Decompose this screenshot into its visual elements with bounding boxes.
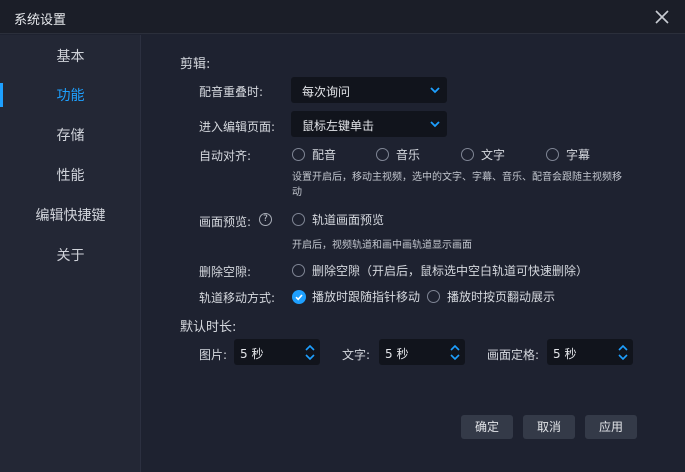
auto-align-text-label: 文字 (481, 148, 506, 162)
sidebar-item-features[interactable]: 功能 (0, 81, 141, 111)
question-circle-icon[interactable]: ? (259, 213, 272, 226)
chevron-down-icon (430, 121, 440, 128)
enter-edit-select[interactable]: 鼠标左键单击 (291, 111, 447, 137)
preview-label: 画面预览: (199, 215, 252, 229)
auto-align-subtitle[interactable]: 字幕 (546, 146, 590, 163)
chevron-down-icon[interactable] (617, 353, 629, 362)
overlap-label: 配音重叠时: (199, 85, 264, 99)
auto-align-music-label: 音乐 (396, 148, 421, 162)
auto-align-dubbing[interactable]: 配音 (292, 146, 336, 163)
sidebar-item-basic[interactable]: 基本 (0, 42, 141, 72)
window-title: 系统设置 (14, 13, 67, 28)
edit-section-title: 剪辑: (180, 57, 211, 72)
chevron-down-icon (430, 87, 440, 94)
radio-circle (292, 148, 305, 161)
track-preview-label: 轨道画面预览 (312, 213, 385, 227)
overlap-select[interactable]: 每次询问 (291, 77, 447, 103)
radio-circle (376, 148, 389, 161)
auto-align-label: 自动对齐: (199, 149, 252, 163)
freeze-duration-value: 5 秒 (553, 347, 577, 361)
close-button[interactable] (651, 6, 673, 28)
apply-button[interactable]: 应用 (585, 415, 637, 439)
delete-gap-label: 删除空隙（开启后，鼠标选中空白轨道可快速删除） (312, 264, 589, 278)
chevron-up-icon[interactable] (617, 343, 629, 352)
sidebar-item-performance[interactable]: 性能 (0, 161, 141, 191)
chevron-down-icon[interactable] (449, 353, 461, 362)
sidebar-item-shortcuts[interactable]: 编辑快捷键 (0, 201, 141, 231)
track-move-label: 轨道移动方式: (199, 291, 276, 305)
image-duration-stepper[interactable]: 5 秒 (234, 339, 320, 365)
track-move-page-label: 播放时按页翻动展示 (447, 290, 556, 304)
radio-circle (461, 148, 474, 161)
delete-gap-option[interactable]: 删除空隙（开启后，鼠标选中空白轨道可快速删除） (292, 262, 588, 279)
radio-circle (292, 264, 305, 277)
gap-label: 删除空隙: (199, 265, 252, 279)
image-duration-value: 5 秒 (240, 347, 264, 361)
sidebar-item-storage[interactable]: 存储 (0, 121, 141, 151)
track-move-follow-label: 播放时跟随指针移动 (312, 290, 421, 304)
duration-section-title: 默认时长: (180, 320, 237, 335)
check-icon (292, 289, 306, 304)
enter-edit-label: 进入编辑页面: (199, 120, 276, 134)
enter-edit-select-value: 鼠标左键单击 (302, 119, 375, 133)
title-bar: 系统设置 (0, 0, 685, 34)
preview-hint: 开启后，视频轨道和画中画轨道显示画面 (292, 240, 472, 251)
text-duration-value: 5 秒 (385, 347, 409, 361)
close-icon (655, 10, 669, 24)
auto-align-hint: 设置开启后，移动主视频，选中的文字、字幕、音乐、配音会跟随主视频移动 (292, 172, 622, 198)
text-duration-label: 文字: (342, 348, 371, 362)
auto-align-dubbing-label: 配音 (312, 148, 337, 162)
text-duration-stepper[interactable]: 5 秒 (379, 339, 465, 365)
settings-panel: 剪辑: 配音重叠时: 每次询问 进入编辑页面: 鼠标左键单击 自动对齐: 配音 … (142, 35, 685, 472)
cancel-button[interactable]: 取消 (523, 415, 575, 439)
track-preview-option[interactable]: 轨道画面预览 (292, 211, 384, 228)
radio-circle (427, 290, 440, 303)
freeze-duration-stepper[interactable]: 5 秒 (547, 339, 633, 365)
auto-align-music[interactable]: 音乐 (376, 146, 420, 163)
sidebar: 基本 功能 存储 性能 编辑快捷键 关于 (0, 35, 141, 472)
chevron-up-icon[interactable] (449, 343, 461, 352)
chevron-up-icon[interactable] (304, 343, 316, 352)
auto-align-text[interactable]: 文字 (461, 146, 505, 163)
radio-circle (546, 148, 559, 161)
sidebar-item-about[interactable]: 关于 (0, 241, 141, 271)
chevron-down-icon[interactable] (304, 353, 316, 362)
ok-button[interactable]: 确定 (461, 415, 513, 439)
overlap-select-value: 每次询问 (302, 85, 351, 99)
auto-align-subtitle-label: 字幕 (566, 148, 591, 162)
track-move-follow[interactable]: 播放时跟随指针移动 (292, 288, 420, 305)
track-move-page[interactable]: 播放时按页翻动展示 (427, 288, 555, 305)
radio-circle (292, 213, 305, 226)
freeze-duration-label: 画面定格: (487, 348, 540, 362)
image-duration-label: 图片: (199, 348, 228, 362)
